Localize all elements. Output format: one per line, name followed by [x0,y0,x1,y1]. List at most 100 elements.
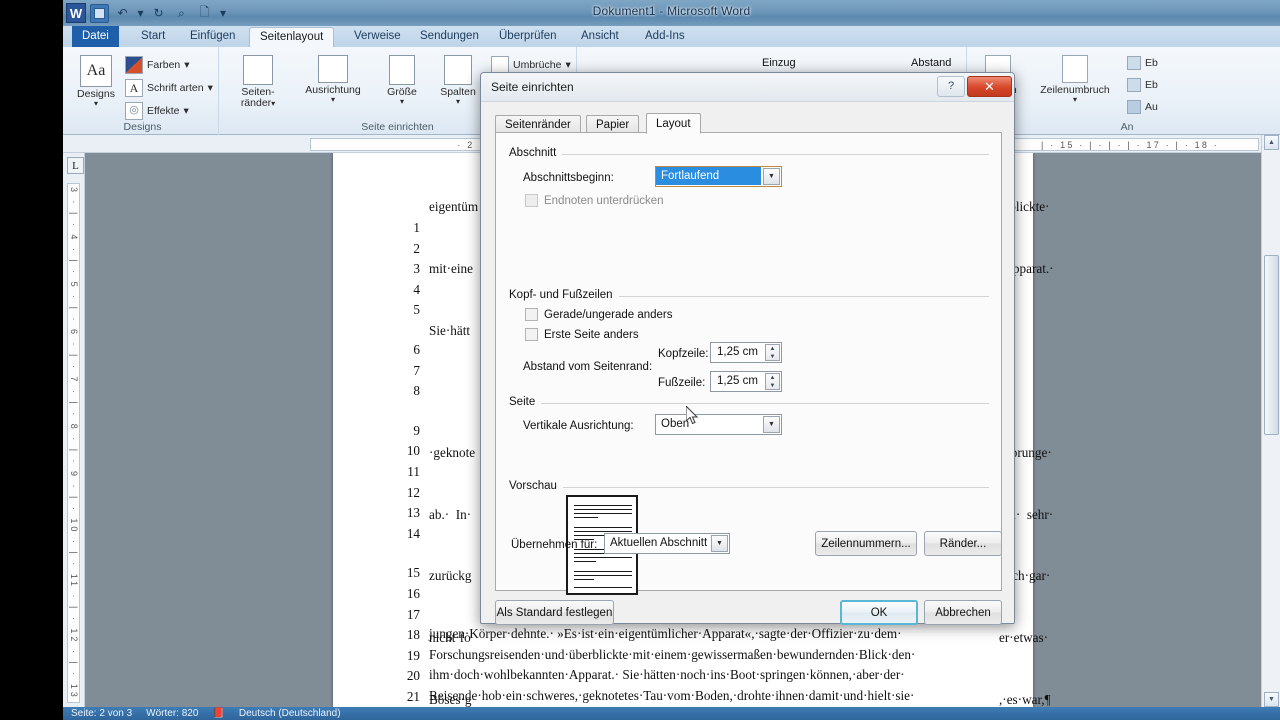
tab-ueberpruefen[interactable]: Überprüfen [489,27,567,48]
tab-start[interactable]: Start [131,27,175,48]
themes-dropdown-icon[interactable]: ▾ [73,100,119,108]
title-bar: W ↶ ▾ ↻ ⌕ 🗋 ▾ Dokument1 - Microsoft Word [63,0,1280,28]
wrap-dropdown-icon[interactable]: ▾ [1029,96,1121,104]
fonts-dropdown-icon[interactable]: ▾ [208,82,213,94]
apply-to-combobox[interactable]: Aktuellen Abschnitt ▼ [604,533,730,554]
columns-button[interactable]: Spalten ▾ [431,55,485,106]
chevron-down-icon[interactable]: ▼ [763,168,780,185]
wrap-text-icon [1062,55,1088,83]
scroll-up-arrow-icon[interactable]: ▲ [1264,135,1279,150]
group-label-abschnitt: Abschnitt [509,147,562,159]
header-distance-stepper[interactable]: 1,25 cm ▲▼ [710,342,782,363]
line-number: 2 [390,239,420,260]
tab-einfuegen[interactable]: Einfügen [180,27,245,48]
tab-ansicht[interactable]: Ansicht [571,27,629,48]
line-number: 1 [390,218,420,239]
size-button[interactable]: Größe ▾ [377,55,427,106]
orientation-button[interactable]: Ausrichtung ▾ [295,55,371,104]
vertical-ruler[interactable]: L 3 · | · 4 · | · 5 · | · 6 · | · 7 · | … [63,153,85,707]
line-number: 3 [390,259,420,280]
footer-distance-stepper[interactable]: 1,25 cm ▲▼ [710,371,782,392]
vertical-ruler-track: 3 · | · 4 · | · 5 · | · 6 · | · 7 · | · … [67,183,80,703]
set-as-default-button[interactable]: Als Standard festlegen [495,600,614,625]
stepper-arrows[interactable]: ▲▼ [765,344,780,361]
close-icon[interactable]: ✕ [967,76,1012,97]
vertical-alignment-value: Oben [661,418,689,430]
status-page[interactable]: Seite: 2 von 3 [71,707,132,720]
columns-dropdown-icon[interactable]: ▾ [431,98,485,106]
tab-stop-selector[interactable]: L [67,157,84,174]
tab-sendungen[interactable]: Sendungen [410,27,489,48]
status-bar: Seite: 2 von 3 Wörter: 820 📕 Deutsch (De… [63,707,1280,720]
wrap-text-button[interactable]: Zeilenumbruch ▾ [1029,55,1121,104]
section-start-combobox[interactable]: Fortlaufend ▼ [655,166,782,187]
label-uebernehmen-fuer: Übernehmen für: [511,539,597,551]
colors-dropdown-icon[interactable]: ▾ [184,59,189,71]
footer-distance-value: 1,25 cm [717,375,758,387]
vertical-scrollbar[interactable]: ▲ ▼ [1261,135,1280,707]
chevron-down-icon[interactable]: ▼ [763,416,780,433]
ribbon-group-designs: Aa Designs ▾ Farben▾ A Schrift arten▾ ◎ … [67,47,219,135]
margins-button[interactable]: Seiten- ränder▾ [231,55,285,109]
margins-icon [243,55,273,85]
theme-colors-button[interactable]: Farben▾ [125,56,190,74]
odd-even-label: Gerade/ungerade anders [544,309,673,321]
line-number: 8 [390,381,420,402]
page-setup-dialog[interactable]: Seite einrichten ? ✕ Seitenränder Papier… [480,72,1015,624]
suppress-endnotes-checkbox[interactable]: Endnoten unterdrücken [525,194,664,207]
dialog-tab-layout[interactable]: Layout [646,113,701,134]
line-numbers-button[interactable]: Zeilennummern... [815,531,917,556]
document-body-bottom[interactable]: jungen·Körper·dehnte.· »Es·ist·ein·eigen… [333,621,1033,707]
dialog-tab-strip[interactable]: Seitenränder Papier Layout [495,113,1002,133]
line-number: 14 [390,524,420,545]
breaks-dropdown-icon[interactable]: ▾ [565,59,570,71]
line-number: 6 [390,340,420,361]
scrollbar-thumb[interactable] [1264,255,1279,435]
ribbon-tab-strip[interactable]: Datei Start Einfügen Seitenlayout Verwei… [63,26,1280,48]
send-backward-icon [1127,78,1141,92]
tab-verweise[interactable]: Verweise [344,27,411,48]
theme-effects-button[interactable]: ◎ Effekte▾ [125,102,189,120]
ok-button[interactable]: OK [840,600,918,625]
status-language[interactable]: Deutsch (Deutschland) [239,707,341,720]
theme-fonts-button[interactable]: A Schrift arten▾ [125,79,213,97]
vertical-alignment-combobox[interactable]: Oben ▼ [655,414,782,435]
help-icon[interactable]: ? [937,76,965,97]
doc-line: Forschungsreisenden·und·überblickte·mit·… [429,645,1023,666]
cancel-button[interactable]: Abbrechen [924,600,1002,625]
first-page-different-checkbox[interactable]: Erste Seite anders [525,328,639,341]
stepper-arrows[interactable]: ▲▼ [765,373,780,390]
tab-add-ins[interactable]: Add-Ins [635,27,695,48]
scroll-down-arrow-icon[interactable]: ▼ [1264,692,1279,707]
themes-button[interactable]: Aa Designs ▾ [73,55,119,108]
selection-pane-button[interactable]: Au [1127,100,1158,114]
margins-dropdown-icon[interactable]: ▾ [271,99,275,108]
doc-line: ihm·doch·wohlbekannten·Apparat.· Sie·hät… [429,665,1023,686]
selection-pane-icon [1127,100,1141,114]
tab-datei[interactable]: Datei [72,26,119,48]
borders-button[interactable]: Ränder... [924,531,1002,556]
chevron-down-icon[interactable]: ▼ [711,535,728,552]
label-kopfzeile: Kopfzeile: [658,348,709,360]
dialog-title-bar[interactable]: Seite einrichten ? ✕ [481,73,1014,102]
up-arrow-icon: ▲ [766,374,779,382]
group-title-anordnen: An [1097,121,1157,133]
orientation-dropdown-icon[interactable]: ▾ [295,96,371,104]
effects-dropdown-icon[interactable]: ▾ [184,105,189,117]
orientation-icon [318,55,348,83]
status-words[interactable]: Wörter: 820 [146,707,198,720]
bring-forward-button[interactable]: Eb [1127,56,1158,70]
size-dropdown-icon[interactable]: ▾ [377,98,427,106]
line-number: 11 [390,462,420,483]
indent-label: Einzug [762,57,796,69]
label-fusszeile: Fußzeile: [658,377,705,389]
doc-line: jungen·Körper·dehnte.· »Es·ist·ein·eigen… [429,624,1023,645]
spacing-label: Abstand [911,57,951,69]
themes-icon: Aa [80,55,112,87]
columns-icon [444,55,472,85]
send-backward-button[interactable]: Eb [1127,78,1158,92]
odd-even-different-checkbox[interactable]: Gerade/ungerade anders [525,308,673,321]
proofing-errors-icon[interactable]: 📕 [212,707,224,720]
horizontal-ruler-right[interactable]: | · 15 · | · | · | · 17 · | · 18 · [1001,138,1259,151]
tab-seitenlayout[interactable]: Seitenlayout [249,27,334,48]
